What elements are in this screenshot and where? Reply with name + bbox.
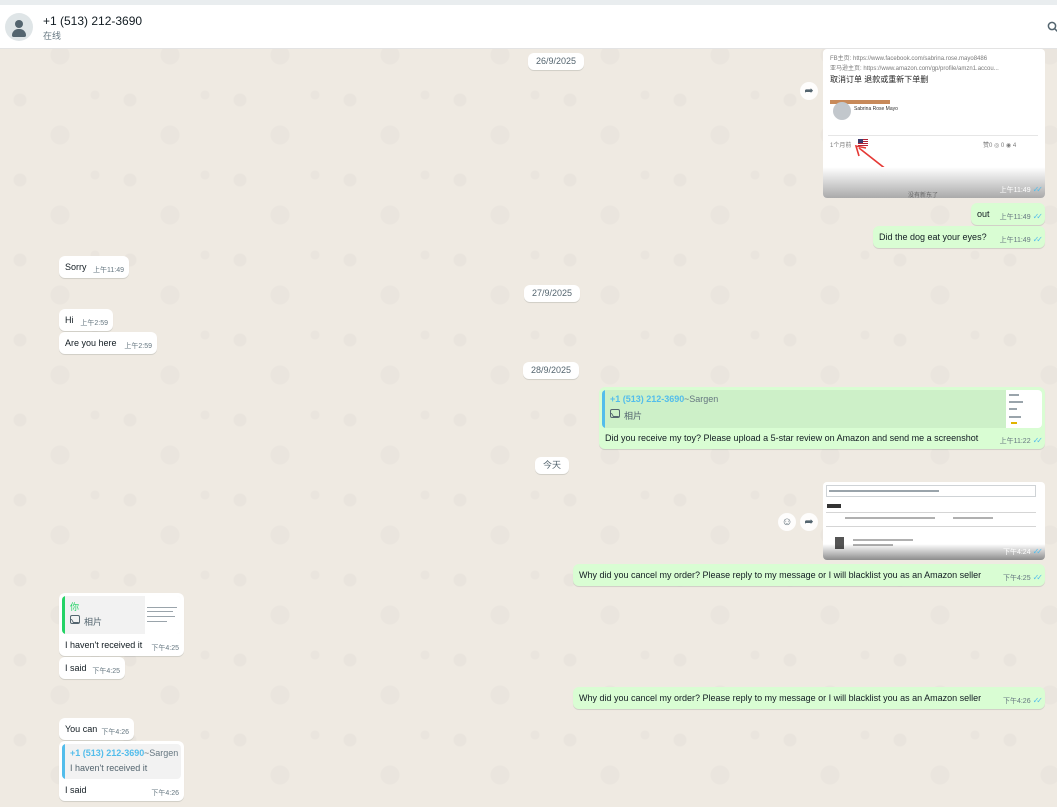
image-message[interactable]: 下午4:24 ✓✓ bbox=[823, 482, 1045, 560]
message-text: Sorry bbox=[65, 262, 87, 272]
message-time: 上午2:59 bbox=[80, 320, 108, 327]
quote-text: I haven't received it bbox=[70, 763, 148, 773]
message-text: Why did you cancel my order? Please repl… bbox=[579, 570, 982, 580]
image-bottom-text: 没有新东了 bbox=[908, 193, 939, 198]
contact-status: 在线 bbox=[43, 31, 62, 41]
message-text: out bbox=[977, 209, 990, 219]
quote-author: +1 (513) 212-3690 bbox=[610, 394, 685, 404]
date-divider: 27/9/2025 bbox=[524, 285, 581, 302]
quote-label: 相片 bbox=[624, 411, 643, 421]
image-tag: 1个月前 bbox=[830, 143, 852, 149]
double-check-icon: ✓✓ bbox=[1032, 235, 1044, 244]
double-check-icon: ✓✓ bbox=[1032, 185, 1044, 194]
message-text: Why did you cancel my order? Please repl… bbox=[579, 693, 982, 703]
photo-icon bbox=[70, 615, 80, 624]
quote-thumbnail bbox=[1006, 390, 1042, 428]
message-time: 上午11:22 ✓✓ bbox=[999, 436, 1044, 445]
incoming-reply-message[interactable]: +1 (513) 212-3690 ~Sargen I haven't rece… bbox=[59, 741, 184, 801]
message-time: 下午4:26 bbox=[101, 729, 129, 736]
message-time: 上午11:49 ✓✓ bbox=[999, 235, 1044, 244]
outgoing-message[interactable]: Did the dog eat your eyes? 上午11:49 ✓✓ bbox=[873, 226, 1045, 248]
double-check-icon: ✓✓ bbox=[1032, 212, 1044, 221]
quote-author: 你 bbox=[70, 602, 80, 612]
message-time: 上午2:59 bbox=[124, 343, 152, 350]
message-time: 下午4:25 ✓✓ bbox=[1002, 573, 1044, 582]
message-time: 上午11:49 bbox=[93, 267, 124, 274]
emoji-icon[interactable]: ☺ bbox=[778, 513, 796, 531]
incoming-message[interactable]: Are you here 上午2:59 bbox=[59, 332, 157, 354]
message-time: 上午11:49 ✓✓ bbox=[999, 185, 1044, 194]
profile-name: Sabrina Rose Mayo bbox=[854, 106, 898, 112]
incoming-message[interactable]: You can 下午4:26 bbox=[59, 718, 134, 740]
person-icon[interactable] bbox=[5, 13, 33, 41]
incoming-reply-message[interactable]: 你 相片 I haven't received it 下午4:25 bbox=[59, 593, 184, 656]
outgoing-reply-message[interactable]: +1 (513) 212-3690 ~Sargen 相片 Did you rec… bbox=[599, 387, 1045, 449]
image-text-line: 亚马逊主页: https://www.amazon.com/gp/profile… bbox=[830, 66, 999, 72]
incoming-message[interactable]: I said 下午4:25 bbox=[59, 657, 125, 679]
double-check-icon: ✓✓ bbox=[1032, 696, 1044, 705]
search-icon[interactable] bbox=[1047, 21, 1057, 33]
quoted-message[interactable]: +1 (513) 212-3690 ~Sargen I haven't rece… bbox=[62, 744, 181, 779]
message-text: Are you here bbox=[65, 338, 117, 348]
message-text: I haven't received it bbox=[65, 640, 143, 650]
image-message[interactable]: FB主页: https://www.facebook.com/sabrina.r… bbox=[823, 49, 1045, 198]
outgoing-message[interactable]: out 上午11:49 ✓✓ bbox=[971, 203, 1045, 225]
message-text: Did the dog eat your eyes? bbox=[879, 232, 987, 242]
message-text: You can bbox=[65, 724, 98, 734]
contact-name[interactable]: +1 (513) 212-3690 bbox=[43, 14, 142, 28]
outgoing-message[interactable]: Why did you cancel my order? Please repl… bbox=[573, 564, 1045, 586]
message-time: 下午4:25 bbox=[92, 668, 120, 675]
forward-icon[interactable]: ➦ bbox=[800, 82, 818, 100]
image-text-line: 取消订单 退款或重新下单删 bbox=[830, 75, 929, 84]
message-time: 下午4:26 ✓✓ bbox=[1002, 696, 1044, 705]
quote-author: +1 (513) 212-3690 bbox=[70, 748, 145, 758]
quote-pushname: ~Sargen bbox=[684, 394, 719, 404]
image-stats: 赞0 ◎ 0 ◉ 4 bbox=[983, 143, 1017, 149]
photo-icon bbox=[610, 409, 620, 418]
quote-pushname: ~Sargen bbox=[144, 748, 179, 758]
message-time: 上午11:49 ✓✓ bbox=[999, 212, 1044, 221]
outgoing-message[interactable]: Why did you cancel my order? Please repl… bbox=[573, 687, 1045, 709]
incoming-message[interactable]: Hi 上午2:59 bbox=[59, 309, 113, 331]
message-text: Hi bbox=[65, 315, 74, 325]
divider bbox=[828, 135, 1038, 136]
double-check-icon: ✓✓ bbox=[1032, 547, 1044, 556]
chat-header[interactable]: +1 (513) 212-3690 在线 bbox=[0, 5, 1057, 49]
date-divider: 26/9/2025 bbox=[528, 53, 585, 70]
quote-thumbnail bbox=[145, 596, 181, 634]
quoted-message[interactable]: +1 (513) 212-3690 ~Sargen 相片 bbox=[602, 390, 1042, 428]
forward-icon[interactable]: ➦ bbox=[800, 513, 818, 531]
avatar bbox=[833, 102, 851, 120]
incoming-message[interactable]: Sorry 上午11:49 bbox=[59, 256, 129, 278]
double-check-icon: ✓✓ bbox=[1032, 573, 1044, 582]
quote-label: 相片 bbox=[84, 617, 103, 627]
image-text-line: FB主页: https://www.facebook.com/sabrina.r… bbox=[830, 56, 988, 62]
message-time: 下午4:24 ✓✓ bbox=[1002, 547, 1044, 556]
quoted-message[interactable]: 你 相片 bbox=[62, 596, 181, 634]
double-check-icon: ✓✓ bbox=[1032, 436, 1044, 445]
message-time: 下午4:25 bbox=[151, 645, 179, 652]
date-divider: 28/9/2025 bbox=[523, 362, 580, 379]
message-text: Did you receive my toy? Please upload a … bbox=[605, 433, 979, 443]
message-time: 下午4:26 bbox=[151, 790, 179, 797]
message-text: I said bbox=[65, 785, 87, 795]
date-divider: 今天 bbox=[535, 457, 570, 474]
message-text: I said bbox=[65, 663, 87, 673]
